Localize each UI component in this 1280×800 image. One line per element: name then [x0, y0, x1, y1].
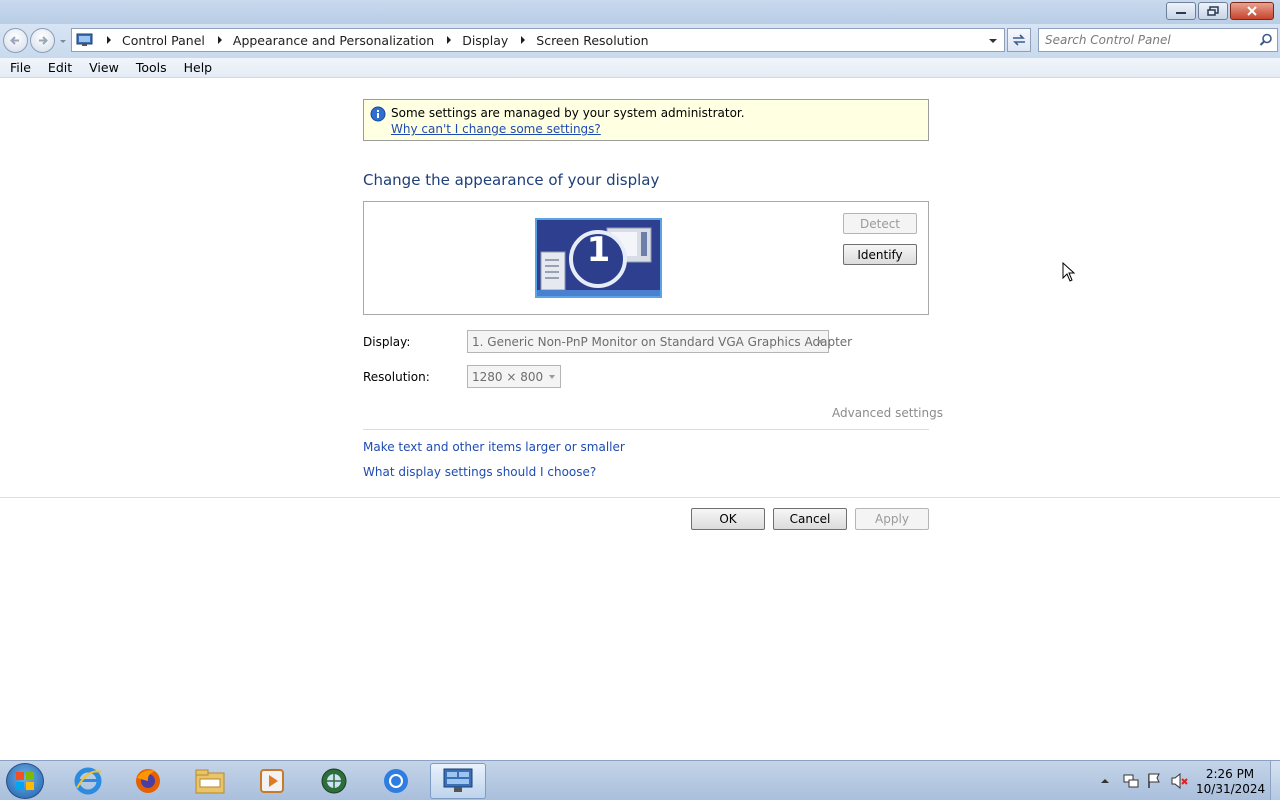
breadcrumb-label[interactable]: Screen Resolution	[536, 33, 648, 48]
menu-file[interactable]: File	[0, 58, 38, 77]
show-desktop-button[interactable]	[1270, 761, 1280, 800]
taskbar-file-explorer[interactable]	[182, 763, 238, 799]
breadcrumb-control-panel[interactable]: Control Panel	[94, 33, 205, 48]
breadcrumb-arrow-icon[interactable]	[518, 35, 528, 45]
mouse-cursor-icon	[1062, 262, 1076, 282]
back-arrow-icon	[10, 36, 19, 45]
taskbar-network-app[interactable]	[306, 763, 362, 799]
volume-muted-icon[interactable]	[1170, 772, 1190, 790]
display-settings-help-link[interactable]: What display settings should I choose?	[363, 465, 596, 479]
taskbar-control-panel[interactable]	[430, 763, 486, 799]
forward-button[interactable]	[30, 28, 55, 53]
close-button[interactable]	[1230, 2, 1274, 20]
network-icon[interactable]	[1122, 772, 1140, 790]
search-box[interactable]	[1038, 28, 1278, 52]
breadcrumb-display[interactable]: Display	[434, 33, 508, 48]
address-dropdown-icon[interactable]	[988, 36, 998, 46]
page-title: Change the appearance of your display	[363, 171, 660, 189]
forward-arrow-icon	[39, 36, 48, 45]
monitor-number: 1	[586, 230, 611, 270]
taskbar-internet-explorer[interactable]	[60, 763, 116, 799]
menu-edit[interactable]: Edit	[38, 58, 79, 77]
display-select[interactable]: 1. Generic Non-PnP Monitor on Standard V…	[467, 330, 852, 353]
chrome-icon	[384, 769, 408, 793]
title-bar	[0, 0, 1280, 24]
taskbar-firefox[interactable]	[120, 763, 176, 799]
search-input[interactable]	[1045, 30, 1245, 50]
display-select-value: 1. Generic Non-PnP Monitor on Standard V…	[472, 334, 853, 349]
action-center-flag-icon[interactable]	[1146, 772, 1162, 790]
back-button[interactable]	[3, 28, 28, 53]
divider	[363, 429, 929, 430]
ok-button[interactable]: OK	[691, 508, 765, 530]
refresh-icon	[1013, 34, 1025, 46]
info-icon	[370, 106, 386, 122]
monitor-layout-area: 1 Detect Identify	[363, 201, 929, 315]
start-button[interactable]	[6, 763, 44, 799]
chevron-down-icon	[817, 340, 823, 344]
breadcrumb-screen-resolution[interactable]: Screen Resolution	[508, 33, 649, 48]
display-label: Display:	[363, 335, 411, 349]
breadcrumb-arrow-icon[interactable]	[104, 35, 114, 45]
resolution-select-value: 1280 × 800	[472, 369, 544, 384]
menu-help[interactable]: Help	[174, 58, 220, 77]
why-cant-change-link[interactable]: Why can't I change some settings?	[391, 122, 601, 136]
resolution-select[interactable]: 1280 × 800	[467, 365, 561, 388]
globe-icon	[321, 768, 347, 794]
minimize-icon	[1176, 12, 1186, 14]
address-bar[interactable]: Control Panel Appearance and Personaliza…	[71, 28, 1005, 52]
menu-view[interactable]: View	[79, 58, 126, 77]
navigation-bar: Control Panel Appearance and Personaliza…	[0, 24, 1280, 58]
breadcrumb-label[interactable]: Appearance and Personalization	[233, 33, 434, 48]
menu-bar: File Edit View Tools Help	[0, 58, 1280, 78]
breadcrumb-arrow-icon[interactable]	[444, 35, 454, 45]
clock-date: 10/31/2024	[1196, 782, 1266, 796]
admin-notice-message: Some settings are managed by your system…	[391, 106, 745, 120]
monitor-1-tile[interactable]: 1	[535, 218, 662, 298]
media-player-icon	[260, 769, 284, 793]
system-tray	[1098, 771, 1194, 791]
breadcrumb-label[interactable]: Control Panel	[122, 33, 205, 48]
firefox-icon	[136, 769, 160, 793]
folder-icon	[195, 769, 225, 794]
text-size-link[interactable]: Make text and other items larger or smal…	[363, 440, 625, 454]
internet-explorer-icon	[74, 767, 102, 795]
resolution-label: Resolution:	[363, 370, 430, 384]
cancel-button[interactable]: Cancel	[773, 508, 847, 530]
search-icon[interactable]	[1259, 33, 1273, 47]
footer-divider	[0, 497, 1280, 498]
taskbar-media-player[interactable]	[244, 763, 300, 799]
show-hidden-icons-icon[interactable]	[1100, 777, 1110, 785]
control-panel-icon	[76, 33, 93, 46]
menu-tools[interactable]: Tools	[126, 58, 174, 77]
breadcrumb-label[interactable]: Display	[462, 33, 508, 48]
detect-button[interactable]: Detect	[843, 213, 917, 234]
chevron-down-icon	[549, 375, 555, 379]
restore-button[interactable]	[1198, 2, 1228, 20]
refresh-button[interactable]	[1007, 28, 1031, 52]
restore-icon	[1207, 6, 1219, 16]
taskbar-chrome[interactable]	[368, 763, 424, 799]
admin-notice: Some settings are managed by your system…	[363, 99, 929, 141]
minimize-button[interactable]	[1166, 2, 1196, 20]
windows-logo-icon	[16, 772, 34, 790]
breadcrumb-appearance[interactable]: Appearance and Personalization	[205, 33, 434, 48]
clock-time: 2:26 PM	[1205, 767, 1255, 781]
advanced-settings-link[interactable]: Advanced settings	[832, 406, 943, 420]
recent-pages-dropdown-icon[interactable]	[58, 36, 68, 46]
control-panel-icon	[443, 768, 473, 792]
system-clock[interactable]: 2:26 PM 10/31/2024	[1196, 767, 1266, 797]
taskbar: 2:26 PM 10/31/2024	[0, 760, 1280, 800]
apply-button[interactable]: Apply	[855, 508, 929, 530]
breadcrumb-arrow-icon[interactable]	[215, 35, 225, 45]
close-icon	[1247, 6, 1257, 16]
screen-resolution-panel: Some settings are managed by your system…	[0, 79, 1280, 760]
identify-button[interactable]: Identify	[843, 244, 917, 265]
